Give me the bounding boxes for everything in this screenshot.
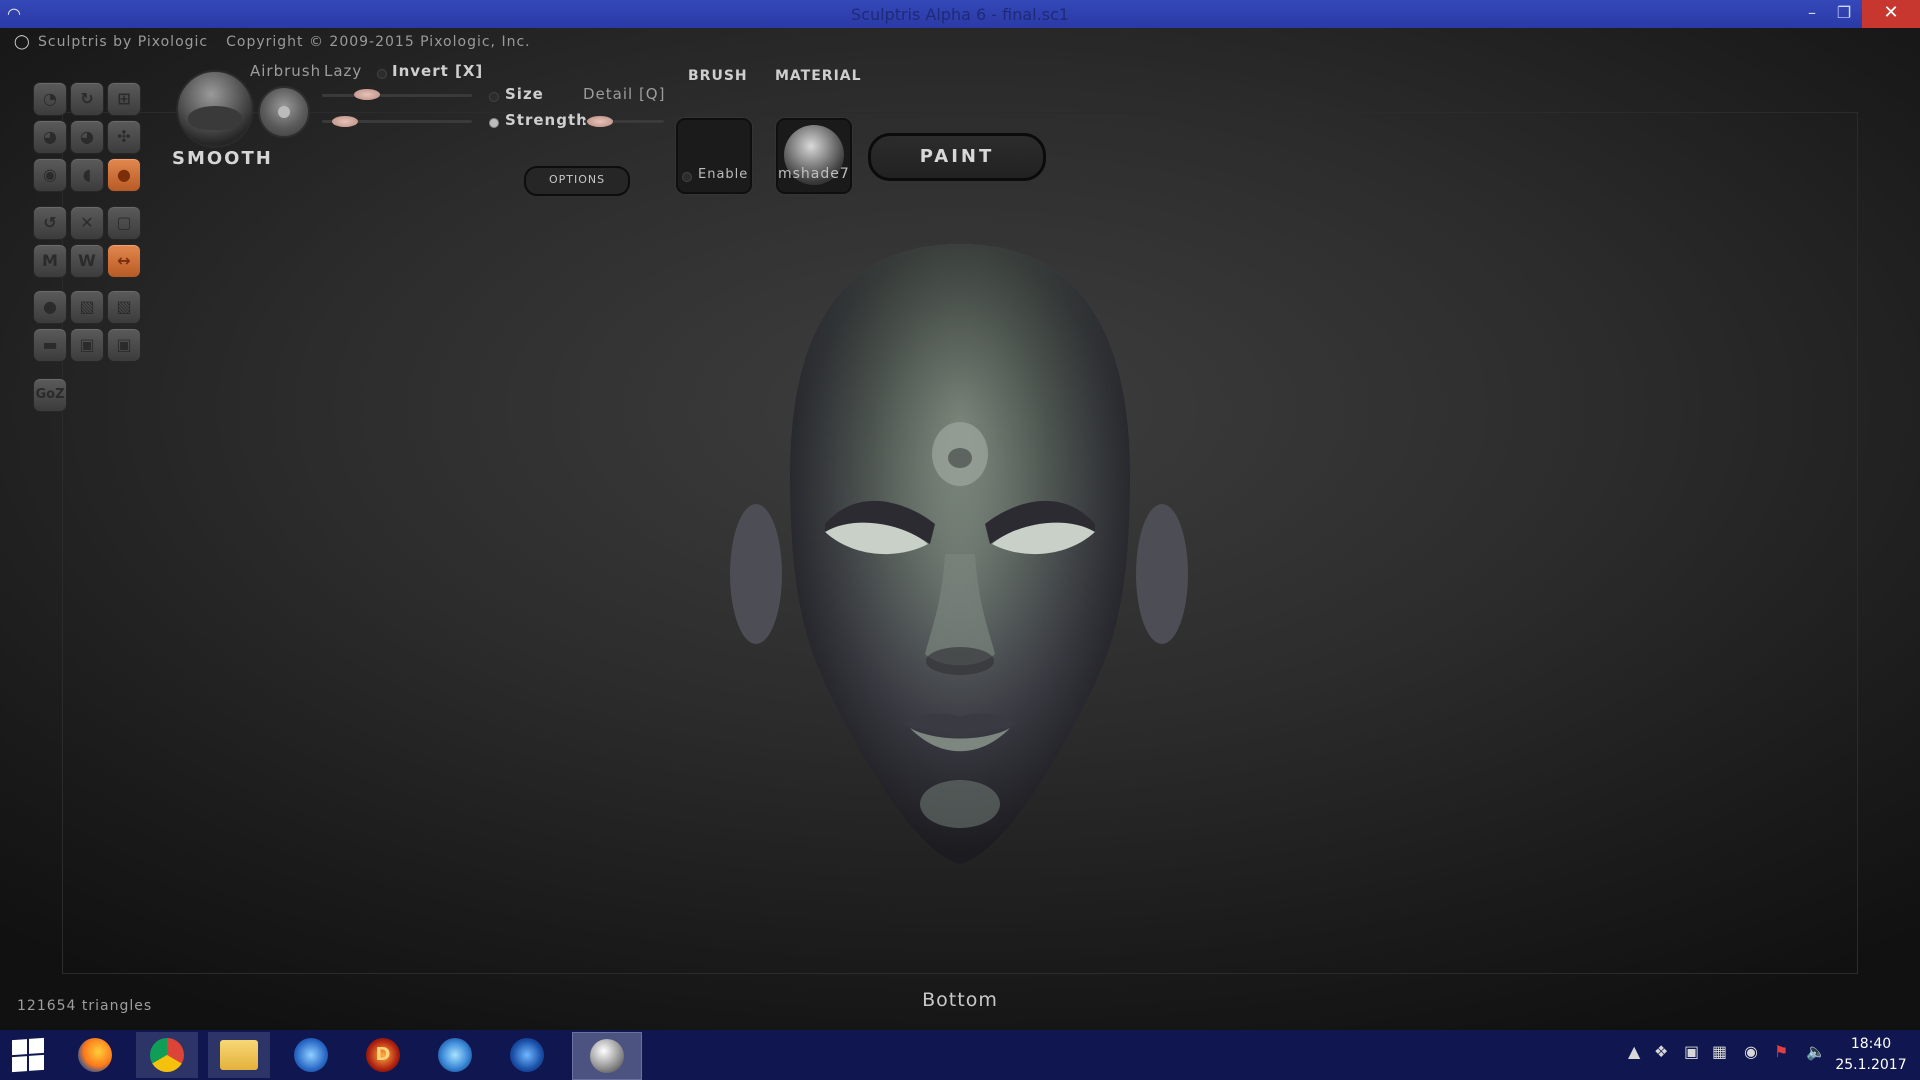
taskbar-sculptris[interactable] — [572, 1032, 642, 1080]
close-button[interactable]: ✕ — [1862, 0, 1920, 28]
size-radio[interactable] — [489, 92, 499, 102]
network-signal-icon[interactable]: ▦ — [1712, 1042, 1727, 1061]
detail-label: Detail [Q] — [583, 85, 666, 103]
copyright-text: Copyright © 2009-2015 Pixologic, Inc. — [226, 34, 531, 50]
draw-tool-button[interactable]: ◔ — [33, 82, 67, 116]
material-swatch[interactable] — [776, 118, 852, 194]
start-button[interactable] — [0, 1032, 56, 1078]
wireframe-button[interactable]: W — [70, 244, 104, 278]
size-slider-knob[interactable] — [331, 116, 358, 127]
app-name: Sculptris by Pixologic — [38, 34, 209, 50]
dropbox-tray-icon[interactable]: ❖ — [1654, 1042, 1668, 1061]
mask-tool-button[interactable]: M — [33, 244, 67, 278]
clock-time: 18:40 — [1850, 1036, 1892, 1052]
taskbar-file-explorer[interactable] — [208, 1032, 270, 1078]
goz-button[interactable]: GoZ — [33, 378, 67, 412]
taskbar-diablo[interactable]: D — [352, 1032, 414, 1078]
taskbar-clock[interactable]: 18:40 25.1.2017 — [1826, 1034, 1916, 1076]
sculptris-icon — [590, 1039, 624, 1073]
lazy-label: Lazy — [324, 62, 363, 80]
triangle-count: 121654 triangles — [17, 998, 153, 1014]
airbrush-label: Airbrush — [250, 62, 322, 80]
windows-logo-icon — [12, 1037, 44, 1073]
heroes-icon — [294, 1038, 328, 1072]
inflate-tool-button[interactable]: ◕ — [33, 120, 67, 154]
smooth-tool-button[interactable]: ● — [107, 158, 141, 192]
taskbar-heroes[interactable] — [280, 1032, 342, 1078]
right-ear — [1136, 504, 1188, 644]
brush-alpha-swatch[interactable] — [676, 118, 752, 194]
paint-mode-button[interactable]: PAINT — [868, 133, 1046, 181]
crop-tool-button[interactable]: ⊞ — [107, 82, 141, 116]
airbrush-toggle-icon[interactable] — [258, 86, 310, 138]
invert-checkbox[interactable] — [377, 69, 387, 79]
rotate-tool-button[interactable]: ↻ — [70, 82, 104, 116]
new-sphere-button[interactable]: ● — [33, 290, 67, 324]
open-file-button[interactable]: ▣ — [70, 328, 104, 362]
export-obj-button[interactable]: ▧ — [107, 290, 141, 324]
enable-label: Enable — [698, 167, 749, 182]
firefox-icon — [78, 1038, 112, 1072]
lazy-slider-knob[interactable] — [354, 89, 380, 100]
material-header: MATERIAL — [775, 68, 862, 84]
crease-tool-button[interactable]: ◖ — [70, 158, 104, 192]
security-tray-icon[interactable]: ◉ — [1744, 1042, 1758, 1061]
left-ear — [730, 504, 782, 644]
taskbar-firefox[interactable] — [64, 1032, 126, 1078]
flatten-tool-button[interactable]: ◕ — [70, 120, 104, 154]
hearthstone-icon — [438, 1038, 472, 1072]
lazy-slider-track[interactable] — [322, 94, 472, 97]
detail-slider-knob[interactable] — [587, 116, 613, 127]
window-title: Sculptris Alpha 6 - final.sc1 — [851, 5, 1069, 24]
import-obj-button[interactable]: ▧ — [70, 290, 104, 324]
view-orientation-label: Bottom — [922, 989, 998, 1011]
size-label[interactable]: Size — [505, 85, 544, 103]
device-tray-icon[interactable]: ▣ — [1684, 1042, 1699, 1061]
options-button[interactable]: OPTIONS — [524, 166, 630, 196]
show-hidden-icons-chevron[interactable]: ▲ — [1628, 1042, 1640, 1061]
symmetry-button[interactable]: ↔ — [107, 244, 141, 278]
enable-checkbox[interactable] — [682, 172, 692, 182]
move-tool-button[interactable]: ✣ — [107, 120, 141, 154]
scale-tool-button[interactable]: ✕ — [70, 206, 104, 240]
volume-icon[interactable]: 🔈 — [1806, 1042, 1826, 1061]
sculptris-logo-icon: ◯ — [14, 34, 31, 50]
maximize-button[interactable]: ❐ — [1822, 0, 1866, 28]
sculpted-head-model[interactable] — [730, 214, 1190, 874]
strength-radio[interactable] — [489, 118, 499, 128]
chrome-icon — [150, 1038, 184, 1072]
folder-icon — [220, 1040, 258, 1070]
taskbar-chrome[interactable] — [136, 1032, 198, 1078]
pinch-tool-button[interactable]: ◉ — [33, 158, 67, 192]
diablo-icon: D — [366, 1038, 400, 1072]
info-bar: ◯ Sculptris by Pixologic Copyright © 2009-… — [14, 34, 531, 50]
taskbar-starcraft[interactable] — [496, 1032, 558, 1078]
window-titlebar: ◠ Sculptris Alpha 6 - final.sc1 – ❐ ✕ — [0, 0, 1920, 28]
clock-date: 25.1.2017 — [1835, 1057, 1907, 1073]
brush-preview-sphere[interactable] — [176, 70, 254, 148]
action-center-flag-icon[interactable]: ⚑ — [1774, 1042, 1788, 1061]
invert-label[interactable]: Invert [X] — [392, 62, 483, 80]
taskbar-hearthstone[interactable] — [424, 1032, 486, 1078]
brush-name: SMOOTH — [172, 148, 273, 169]
reduce-tool-button[interactable]: ▢ — [107, 206, 141, 240]
chin — [920, 780, 1000, 828]
material-name: mshade7 — [778, 166, 850, 182]
brush-header: BRUSH — [688, 68, 748, 84]
strength-label[interactable]: Strength — [505, 111, 588, 129]
nostrils — [926, 647, 994, 675]
forehead-ornament-center — [948, 448, 972, 468]
grab-tool-button[interactable]: ↺ — [33, 206, 67, 240]
sculptris-workspace[interactable]: ◯ Sculptris by Pixologic Copyright © 2009-… — [0, 28, 1920, 1030]
save-file-button[interactable]: ▣ — [107, 328, 141, 362]
windows-taskbar: D ▲ ❖ ▣ ▦ ◉ ⚑ 🔈 18:40 25.1.2017 — [0, 1030, 1920, 1080]
new-plane-button[interactable]: ▬ — [33, 328, 67, 362]
starcraft-icon — [510, 1038, 544, 1072]
